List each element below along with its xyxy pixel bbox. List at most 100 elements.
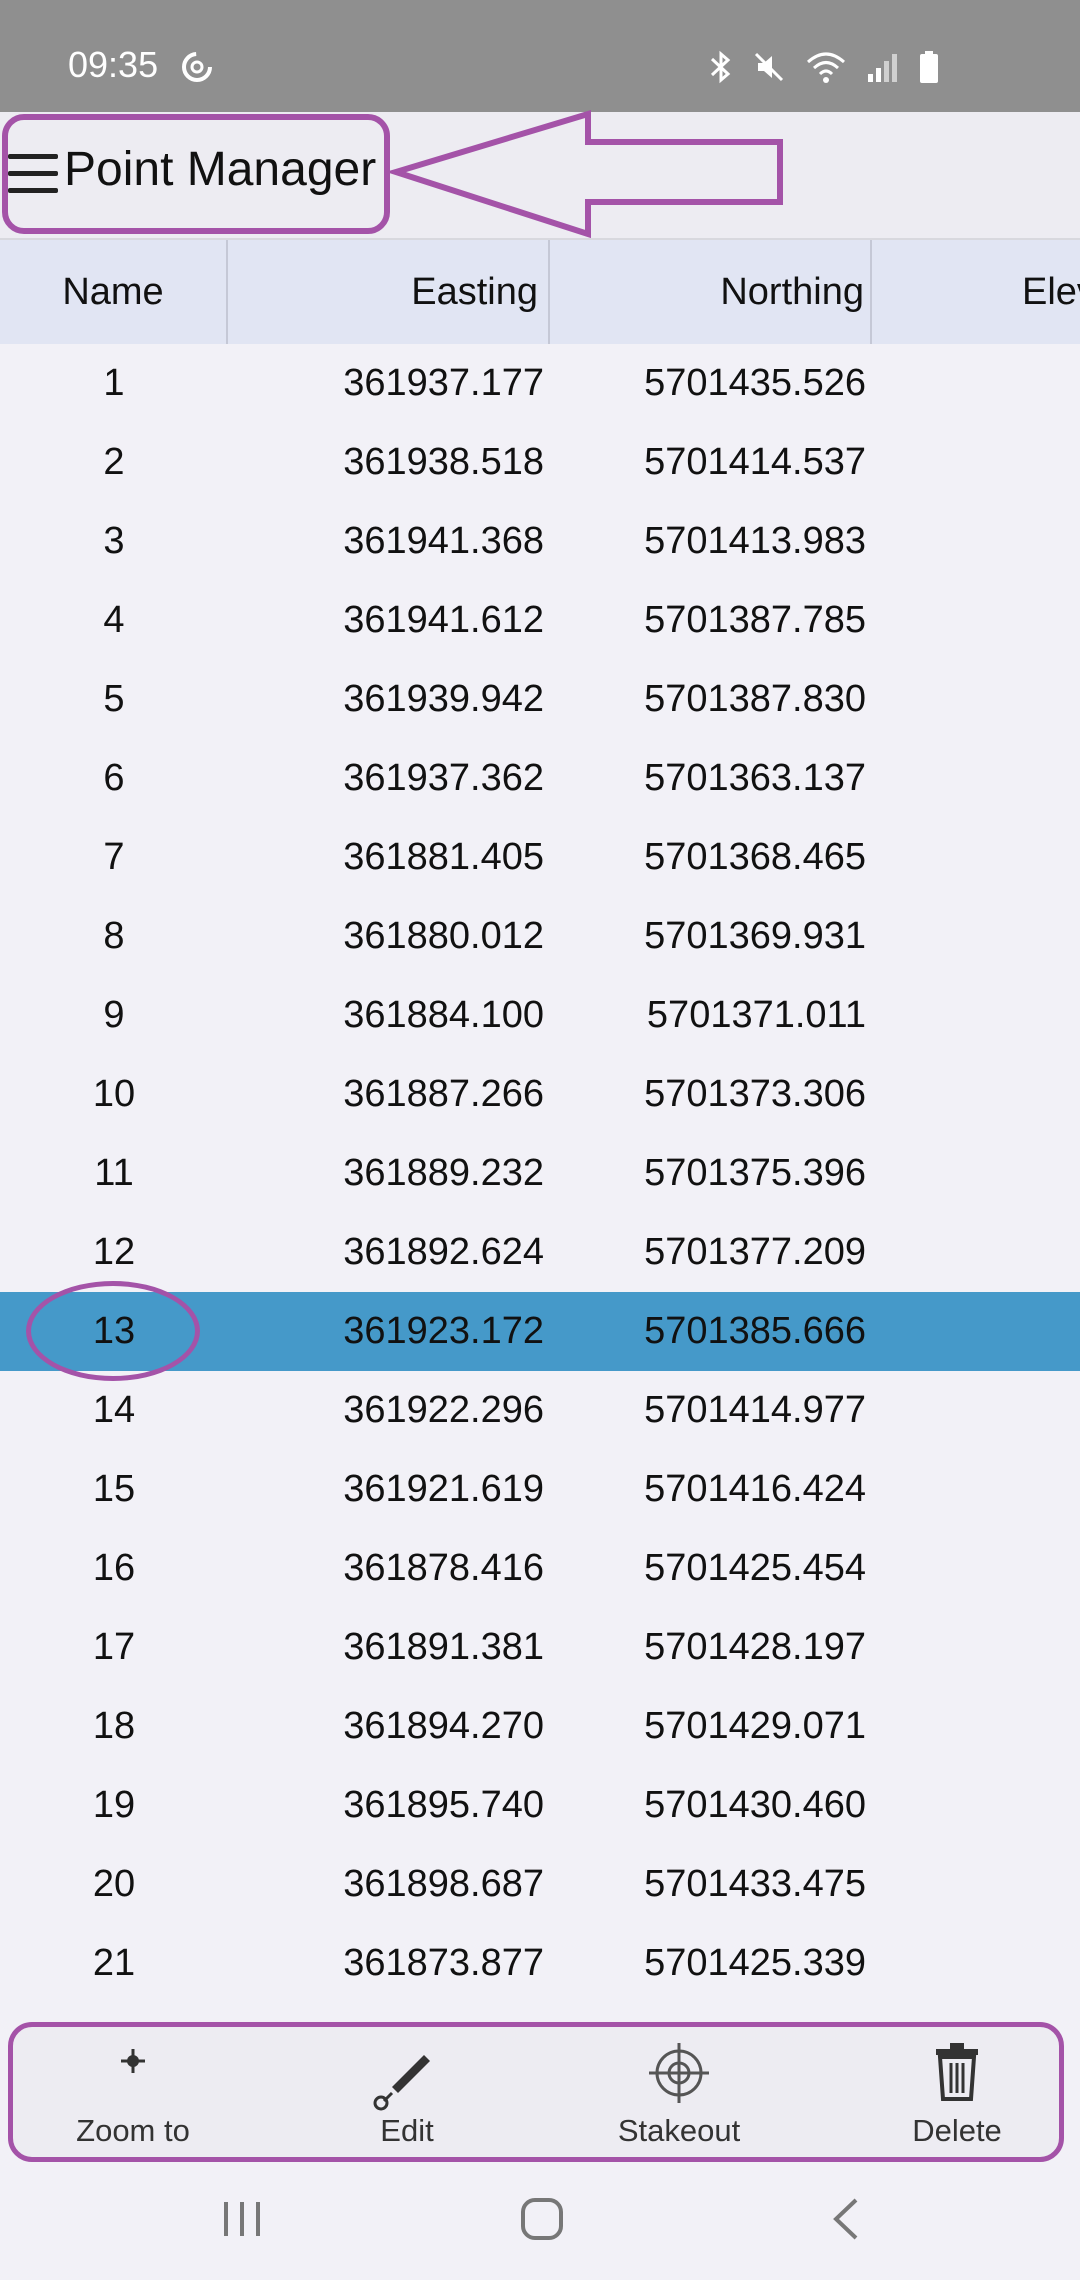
cell-name: 2 (103, 441, 125, 483)
column-header-easting[interactable]: Easting (228, 240, 550, 344)
cell-easting: 361892.624 (343, 1231, 544, 1273)
trash-icon (936, 2043, 978, 2101)
cell-name: 4 (103, 599, 125, 641)
battery-icon (920, 51, 938, 83)
table-row[interactable]: 21 361873.877 5701425.339 (0, 1924, 1080, 2003)
cell-easting: 361889.232 (343, 1152, 544, 1194)
cell-easting: 361891.381 (343, 1626, 544, 1668)
cell-northing: 5701369.931 (644, 915, 866, 957)
delete-label: Delete (912, 2113, 1002, 2148)
annotation-arrow-icon (390, 110, 783, 239)
action-toolbar: Zoom to Edit Stakeout Delete (8, 2022, 1064, 2162)
table-row[interactable]: 18 361894.270 5701429.071 (0, 1687, 1080, 1766)
wifi-icon (807, 52, 845, 83)
cell-easting: 361939.942 (343, 678, 544, 720)
clock: 09:35 (68, 44, 159, 85)
table-row[interactable]: 14 361922.296 5701414.977 (0, 1371, 1080, 1450)
cell-name: 20 (92, 1863, 136, 1905)
cell-northing: 5701429.071 (644, 1705, 866, 1747)
cell-name: 8 (103, 915, 125, 957)
cell-easting: 361884.100 (343, 994, 544, 1036)
cell-northing: 5701430.460 (644, 1784, 866, 1826)
cell-name: 18 (92, 1705, 136, 1747)
pencil-icon (373, 2055, 430, 2111)
cell-name: 1 (103, 362, 125, 404)
cell-easting: 361878.416 (343, 1547, 544, 1589)
cell-name: 17 (92, 1626, 136, 1668)
table-row[interactable]: 16 361878.416 5701425.454 (0, 1529, 1080, 1608)
table-row[interactable]: 3 361941.368 5701413.983 (0, 502, 1080, 581)
cell-northing: 5701433.475 (644, 1863, 866, 1905)
cell-name: 3 (103, 520, 125, 562)
bluetooth-icon (710, 50, 731, 84)
cell-name: 14 (92, 1389, 136, 1431)
page-title: Point Manager (64, 143, 377, 196)
table-row[interactable]: 6 361937.362 5701363.137 (0, 739, 1080, 818)
cell-name: 15 (92, 1468, 136, 1510)
cell-easting: 361880.012 (343, 915, 544, 957)
cell-northing: 5701413.983 (644, 520, 866, 562)
table-row[interactable]: 2 361938.518 5701414.537 (0, 423, 1080, 502)
mute-icon (754, 52, 784, 82)
cell-northing: 5701416.424 (644, 1468, 866, 1510)
cell-northing: 5701375.396 (644, 1152, 866, 1194)
table-row[interactable]: 5 361939.942 5701387.830 (0, 660, 1080, 739)
cell-name: 5 (103, 678, 125, 720)
cell-easting: 361941.368 (343, 520, 544, 562)
recents-icon[interactable] (220, 2194, 264, 2244)
cell-easting: 361881.405 (343, 836, 544, 878)
cell-name: 9 (103, 994, 125, 1036)
cell-easting: 361873.877 (343, 1942, 544, 1984)
cell-northing: 5701368.465 (644, 836, 866, 878)
cell-easting: 361923.172 (343, 1310, 544, 1352)
point-table-body: 1 361937.177 5701435.526 2 361938.518 570141… (0, 344, 1080, 2003)
table-row[interactable]: 8 361880.012 5701369.931 (0, 897, 1080, 976)
zoom-to-button[interactable]: Zoom to (23, 2027, 243, 2157)
table-row[interactable]: 12 361892.624 5701377.209 (0, 1213, 1080, 1292)
table-row[interactable]: 15 361921.619 5701416.424 (0, 1450, 1080, 1529)
column-header-northing[interactable]: Northing (550, 240, 872, 344)
status-icons (708, 50, 940, 84)
table-row[interactable]: 9 361884.100 5701371.011 (0, 976, 1080, 1055)
table-row[interactable]: 10 361887.266 5701373.306 (0, 1055, 1080, 1134)
cell-name: 19 (92, 1784, 136, 1826)
cell-northing: 5701373.306 (644, 1073, 866, 1115)
cell-name: 16 (92, 1547, 136, 1589)
table-row[interactable]: 4 361941.612 5701387.785 (0, 581, 1080, 660)
stakeout-label: Stakeout (617, 2113, 741, 2148)
table-row[interactable]: 17 361891.381 5701428.197 (0, 1608, 1080, 1687)
zoom-to-label: Zoom to (76, 2113, 190, 2148)
status-bar: 09:35 (0, 0, 1080, 112)
cell-name: 11 (94, 1152, 134, 1194)
cell-easting: 361941.612 (343, 599, 544, 641)
edit-button[interactable]: Edit (297, 2027, 517, 2157)
table-row[interactable]: 20 361898.687 5701433.475 (0, 1845, 1080, 1924)
hamburger-menu-icon[interactable] (8, 154, 58, 193)
selection-annotation-circle (26, 1281, 200, 1381)
cell-northing: 5701414.977 (644, 1389, 866, 1431)
cell-name: 10 (92, 1073, 136, 1115)
cell-easting: 361922.296 (343, 1389, 544, 1431)
table-row[interactable]: 11 361889.232 5701375.396 (0, 1134, 1080, 1213)
cell-name: 21 (92, 1942, 136, 1984)
delete-button[interactable]: Delete (847, 2027, 1067, 2157)
cell-name: 7 (103, 836, 125, 878)
crosshair-dot-icon (121, 2049, 145, 2073)
cell-northing: 5701425.454 (644, 1547, 866, 1589)
table-row[interactable]: 7 361881.405 5701368.465 (0, 818, 1080, 897)
back-icon[interactable] (826, 2194, 866, 2244)
column-header-name[interactable]: Name (0, 240, 228, 344)
cell-easting: 361894.270 (343, 1705, 544, 1747)
cell-northing: 5701363.137 (644, 757, 866, 799)
cell-easting: 361898.687 (343, 1863, 544, 1905)
sync-icon (182, 52, 212, 82)
cell-easting: 361937.362 (343, 757, 544, 799)
cell-northing: 5701371.011 (646, 994, 866, 1036)
stakeout-button[interactable]: Stakeout (569, 2027, 789, 2157)
table-row[interactable]: 19 361895.740 5701430.460 (0, 1766, 1080, 1845)
cell-northing: 5701385.666 (644, 1310, 866, 1352)
column-header-elevation[interactable]: Elev (872, 240, 1080, 344)
home-icon[interactable] (518, 2194, 566, 2244)
table-row[interactable]: 1 361937.177 5701435.526 (0, 344, 1080, 423)
target-icon (649, 2043, 709, 2103)
